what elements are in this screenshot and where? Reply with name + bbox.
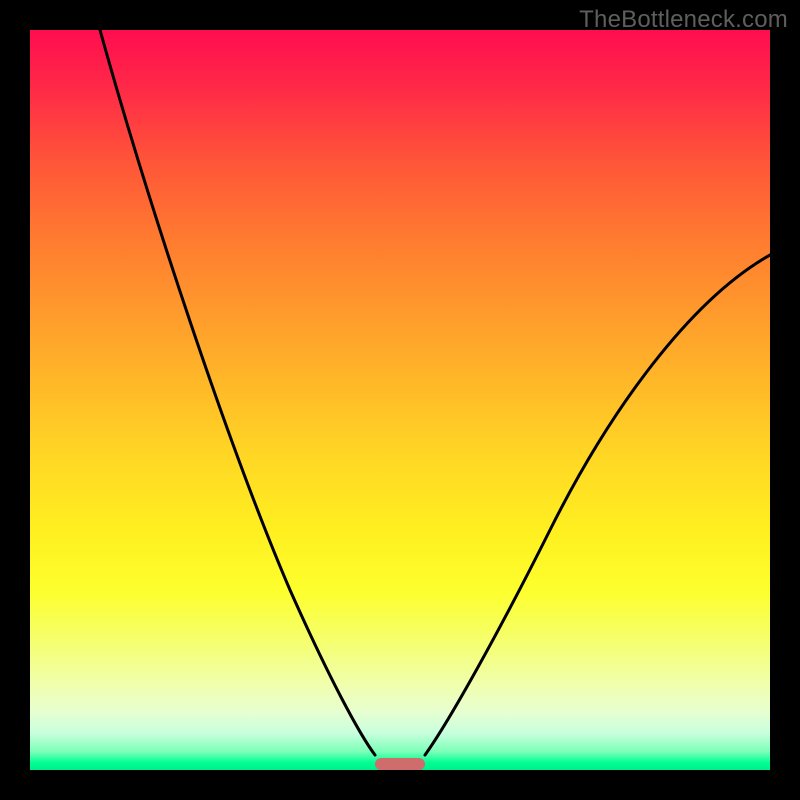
right-curve [425,255,770,755]
sweet-spot-marker [375,758,425,770]
watermark: TheBottleneck.com [579,6,788,34]
bottleneck-curves [30,30,770,770]
left-curve [100,30,375,755]
chart-frame: TheBottleneck.com [0,0,800,800]
plot-area [30,30,770,770]
